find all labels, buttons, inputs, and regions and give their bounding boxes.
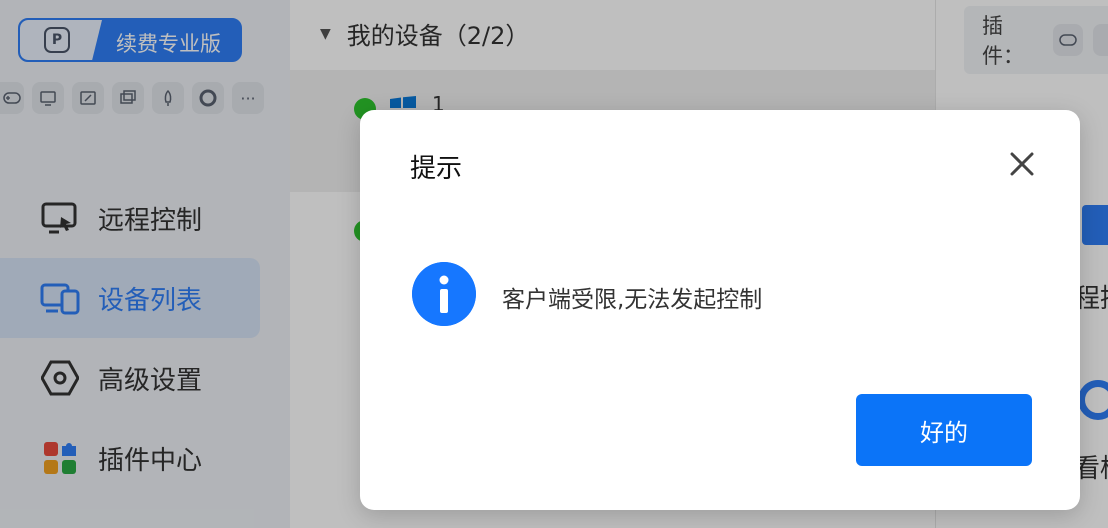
ok-button[interactable]: 好的: [856, 394, 1032, 466]
alert-dialog: 提示 客户端受限,无法发起控制 好的: [360, 110, 1080, 510]
info-icon: [412, 262, 476, 326]
dialog-title: 提示: [410, 154, 463, 184]
dialog-message: 客户端受限,无法发起控制: [502, 287, 763, 313]
close-icon[interactable]: [1006, 148, 1038, 180]
